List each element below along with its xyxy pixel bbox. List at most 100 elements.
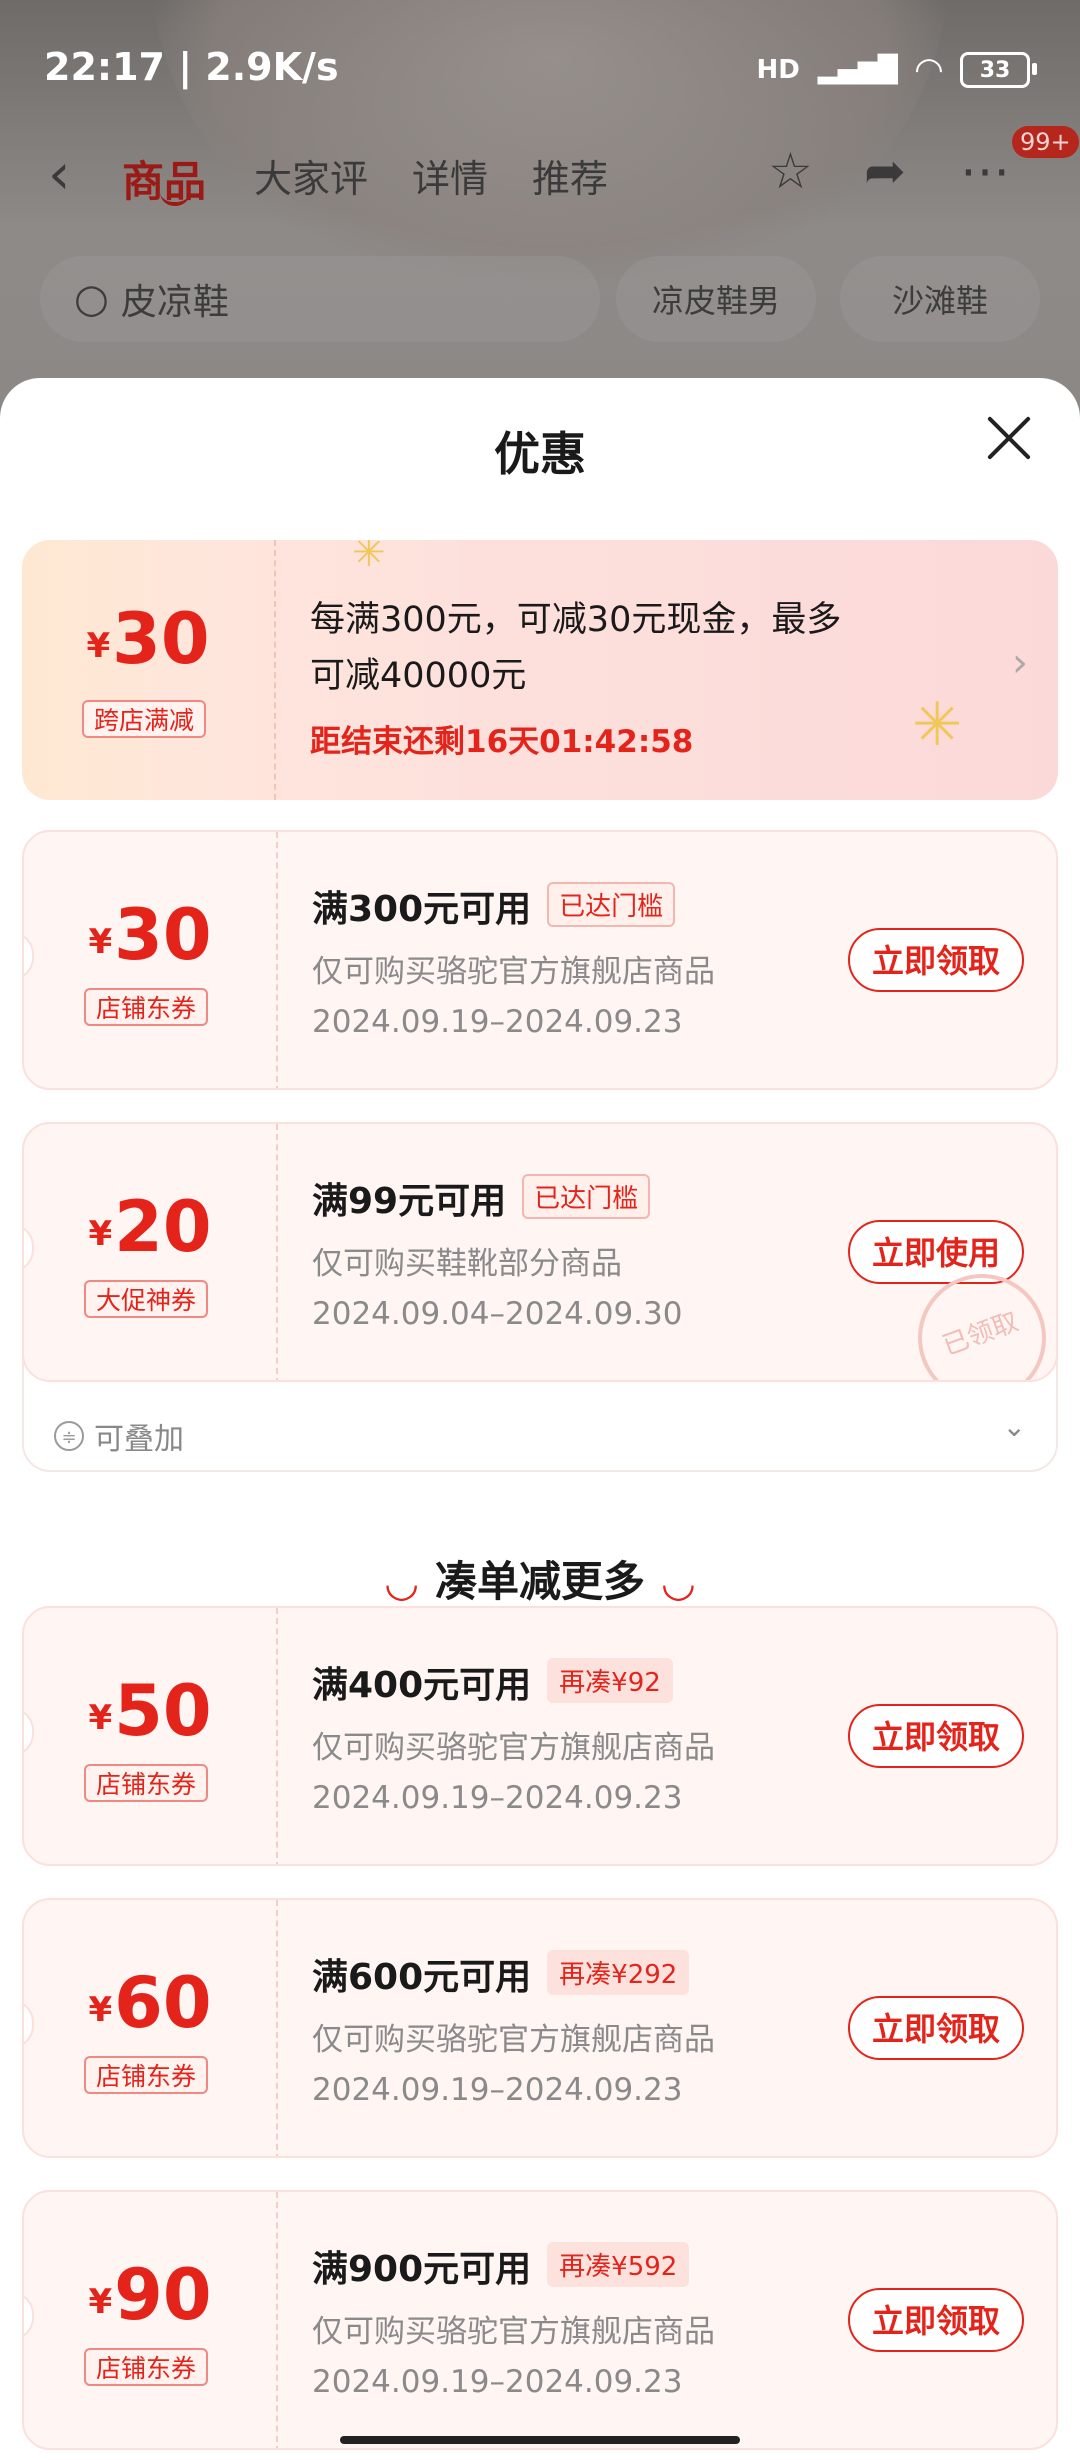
coupon-card: ¥20 大促神券 满99元可用 已达门槛 仅可购买鞋靴部分商品 2024.09.0… (22, 1122, 1058, 1382)
stackable-label: 可叠加 (94, 1422, 184, 1457)
coupon-threshold: 满900元可用 (312, 2249, 532, 2290)
coupon-title: 满600元可用 再凑¥292 (312, 1948, 690, 2000)
search-icon: ○ (74, 276, 109, 322)
stackable-toggle[interactable]: ≑ 可叠加 (54, 1414, 184, 1458)
promo-amount: ¥30 (22, 598, 274, 680)
card-divider (276, 1608, 278, 1864)
coupon-title: 满300元可用 已达门槛 (312, 880, 676, 932)
amount-value: 50 (114, 1670, 212, 1752)
back-icon[interactable]: ‹ (48, 142, 70, 207)
claim-button[interactable]: 立即领取 (848, 1996, 1024, 2060)
promo-line-1: 每满300元，可减30元现金，最多 (310, 600, 842, 640)
coupon-date: 2024.09.04–2024.09.30 (312, 1296, 683, 1332)
promo-type-label: 跨店满减 (82, 700, 206, 738)
stack-icon: ≑ (54, 1421, 84, 1451)
coupon-amount: ¥50 (24, 1670, 276, 1752)
sheet-title: 优惠 (494, 427, 586, 481)
signal-icon: ▂▄▆█ (817, 55, 898, 85)
search-placeholder: 皮凉鞋 (120, 282, 229, 323)
promo-description: 每满300元，可减30元现金，最多 可减40000元 (310, 592, 841, 704)
coupon-type-label: 店铺东券 (84, 2056, 208, 2094)
coupon-status-tag: 再凑¥292 (547, 1950, 690, 1995)
use-button[interactable]: 立即使用 (848, 1220, 1024, 1284)
coupon-title: 满400元可用 再凑¥92 (312, 1656, 673, 1708)
currency-symbol: ¥ (88, 922, 113, 962)
wifi-icon: ◠ (915, 50, 942, 90)
chevron-right-icon[interactable]: › (1012, 640, 1028, 686)
coupon-date: 2024.09.19–2024.09.23 (312, 1004, 683, 1040)
close-icon[interactable] (984, 414, 1034, 464)
network-type: HD (756, 55, 800, 85)
coupon-scope: 仅可购买鞋靴部分商品 (312, 1246, 622, 1282)
coupon-status-tag: 已达门槛 (522, 1174, 651, 1219)
chevron-down-icon[interactable]: ⌄ (1003, 1410, 1026, 1443)
home-indicator[interactable] (340, 2436, 740, 2444)
promo-line-2: 可减40000元 (310, 656, 527, 696)
amount-value: 20 (114, 1186, 212, 1268)
card-divider (276, 1900, 278, 2156)
search-chip[interactable]: 沙滩鞋 (840, 256, 1040, 342)
coupon-type-label: 店铺东券 (84, 1764, 208, 1802)
amount-value: 30 (114, 894, 212, 976)
coupon-scope: 仅可购买骆驼官方旗舰店商品 (312, 1730, 715, 1766)
claim-button[interactable]: 立即领取 (848, 928, 1024, 992)
coupon-amount: ¥20 (24, 1186, 276, 1268)
coupon-threshold: 满99元可用 (312, 1181, 507, 1222)
coupon-card: ¥30 店铺东券 满300元可用 已达门槛 仅可购买骆驼官方旗舰店商品 2024.… (22, 830, 1058, 1090)
smile-icon: ◡ (386, 1560, 417, 1606)
coupon-date: 2024.09.19–2024.09.23 (312, 2364, 683, 2400)
status-icons: HD ▂▄▆█ ◠ 33 (756, 50, 1037, 90)
coupon-type-label: 店铺东券 (84, 988, 208, 1026)
card-divider (276, 1124, 278, 1380)
coupon-amount: ¥90 (24, 2254, 276, 2336)
tab-recommend[interactable]: 推荐 (532, 148, 608, 203)
coupon-threshold: 满300元可用 (312, 889, 532, 930)
search-chip[interactable]: 凉皮鞋男 (616, 256, 816, 342)
currency-symbol: ¥ (88, 1990, 113, 2030)
star-icon[interactable]: ☆ (768, 142, 813, 200)
coupon-type-label: 店铺东券 (84, 2348, 208, 2386)
smile-icon: ◡ (663, 1560, 694, 1606)
status-bar: 22:17 | 2.9K/s HD ▂▄▆█ ◠ 33 (0, 0, 1080, 120)
currency-symbol: ¥ (88, 2282, 113, 2322)
coupon-amount: ¥30 (24, 894, 276, 976)
coupon-card: ¥90 店铺东券 满900元可用 再凑¥592 仅可购买骆驼官方旗舰店商品 202… (22, 2190, 1058, 2450)
section-title: ◡ 凑单减更多 ◡ (0, 1548, 1080, 1609)
battery-icon: 33 (960, 52, 1037, 88)
coupon-date: 2024.09.19–2024.09.23 (312, 2072, 683, 2108)
coupon-card: ¥50 店铺东券 满400元可用 再凑¥92 仅可购买骆驼官方旗舰店商品 2024… (22, 1606, 1058, 1866)
card-divider (274, 540, 276, 800)
decor-burst-icon: ✳ (352, 540, 386, 576)
coupon-type-label: 大促神券 (84, 1280, 208, 1318)
status-time: 22:17 | 2.9K/s (44, 45, 339, 89)
more-icon[interactable]: ⋯ (960, 142, 1010, 200)
amount-value: 30 (112, 598, 210, 680)
decor-burst-icon: ✳ (912, 690, 963, 760)
card-divider (276, 2192, 278, 2448)
coupon-scope: 仅可购买骆驼官方旗舰店商品 (312, 954, 715, 990)
coupon-scope: 仅可购买骆驼官方旗舰店商品 (312, 2314, 715, 2350)
claim-button[interactable]: 立即领取 (848, 1704, 1024, 1768)
cross-store-promo-card[interactable]: ✳ ✳ ¥30 跨店满减 每满300元，可减30元现金，最多 可减40000元 … (22, 540, 1058, 800)
share-icon[interactable]: ➦ (864, 142, 906, 200)
product-top-nav: ‹ 商品 大家评 详情 推荐 ☆ ➦ ⋯ 99+ (0, 120, 1080, 220)
amount-value: 90 (114, 2254, 212, 2336)
search-input[interactable]: ○ 皮凉鞋 (40, 256, 600, 342)
coupon-amount: ¥60 (24, 1962, 276, 2044)
section-title-text: 凑单减更多 (434, 1557, 645, 1606)
coupon-threshold: 满600元可用 (312, 1957, 532, 1998)
battery-level: 33 (979, 57, 1011, 83)
claim-button[interactable]: 立即领取 (848, 2288, 1024, 2352)
coupon-status-tag: 再凑¥592 (547, 2242, 690, 2287)
promo-countdown: 距结束还剩16天01:42:58 (310, 724, 694, 760)
tab-details[interactable]: 详情 (412, 148, 488, 203)
coupon-title: 满900元可用 再凑¥592 (312, 2240, 690, 2292)
coupon-date: 2024.09.19–2024.09.23 (312, 1780, 683, 1816)
tab-reviews[interactable]: 大家评 (254, 148, 368, 203)
coupon-status-tag: 已达门槛 (547, 882, 676, 927)
message-badge: 99+ (1012, 126, 1079, 158)
discount-sheet: 优惠 ✳ ✳ ¥30 跨店满减 每满300元，可减30元现金，最多 可减4000… (0, 378, 1080, 2460)
amount-value: 60 (114, 1962, 212, 2044)
coupon-threshold: 满400元可用 (312, 1665, 532, 1706)
card-divider (276, 832, 278, 1088)
